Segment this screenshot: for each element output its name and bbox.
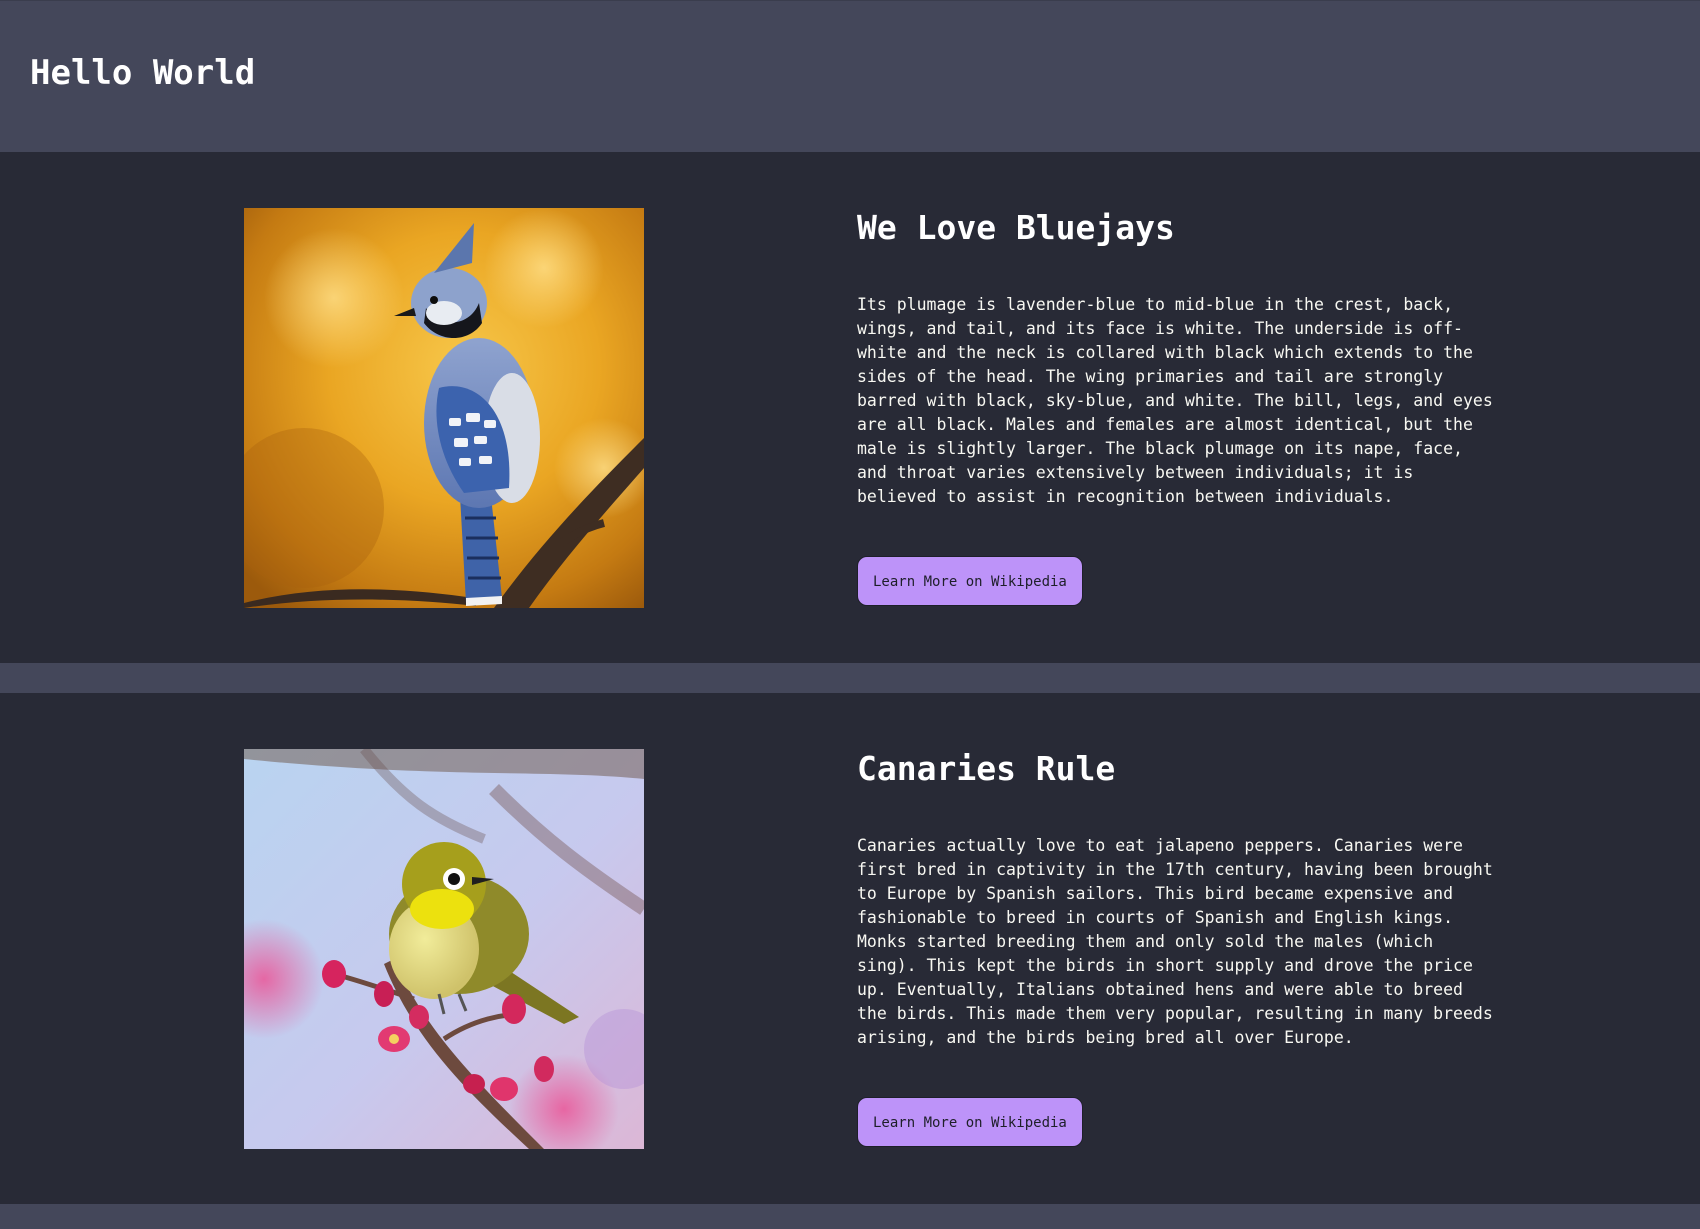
learn-more-button[interactable]: Learn More on Wikipedia bbox=[857, 556, 1083, 606]
section-divider bbox=[0, 663, 1700, 693]
card-title: Canaries Rule bbox=[857, 749, 1116, 788]
canary-image bbox=[244, 749, 644, 1149]
bluejay-image bbox=[244, 208, 644, 608]
site-header: Hello World bbox=[0, 0, 1700, 152]
bluejay-card: We Love Bluejays Its plumage is lavender… bbox=[0, 152, 1700, 663]
learn-more-button[interactable]: Learn More on Wikipedia bbox=[857, 1097, 1083, 1147]
canary-card: Canaries Rule Canaries actually love to … bbox=[0, 693, 1700, 1204]
card-description: Its plumage is lavender-blue to mid-blue… bbox=[857, 295, 1493, 506]
card-description: Canaries actually love to eat jalapeno p… bbox=[857, 836, 1493, 1047]
section-divider bbox=[0, 1204, 1700, 1229]
page-title: Hello World bbox=[30, 53, 256, 93]
card-title: We Love Bluejays bbox=[857, 208, 1175, 247]
bluejay-content: We Love Bluejays Its plumage is lavender… bbox=[857, 208, 1497, 606]
canary-content: Canaries Rule Canaries actually love to … bbox=[857, 749, 1497, 1147]
